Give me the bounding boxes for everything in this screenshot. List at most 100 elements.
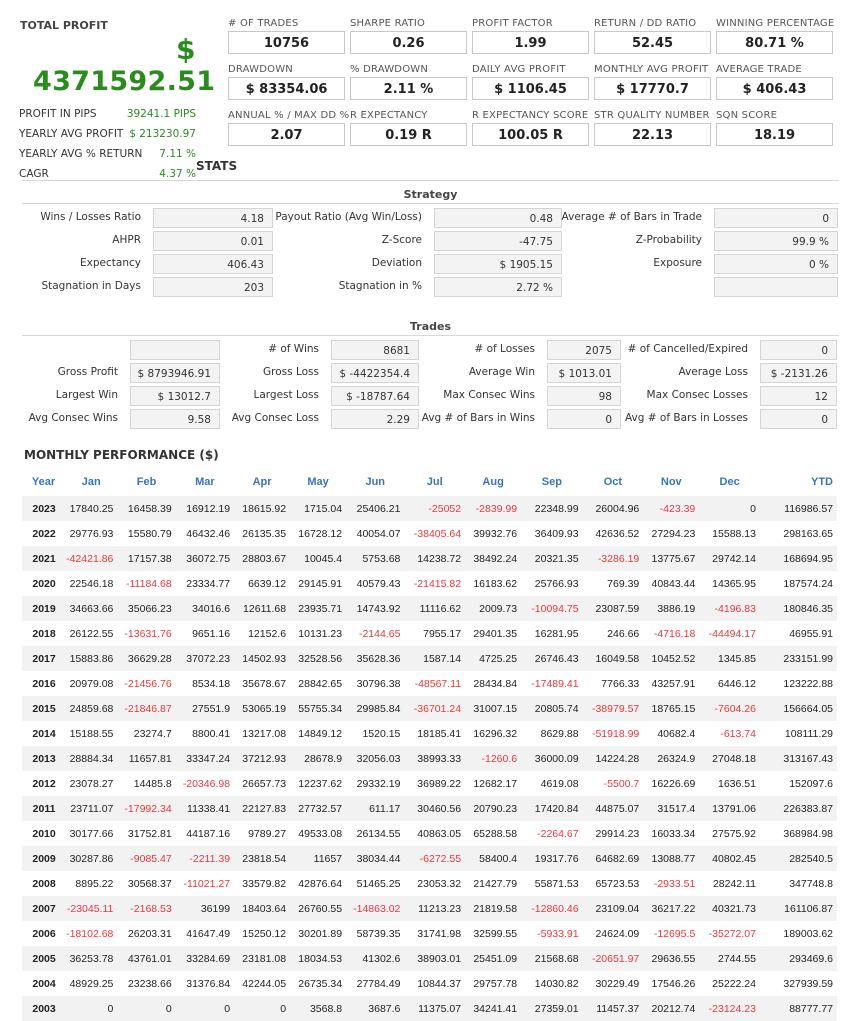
month-cell: -7604.26 [699,696,760,721]
month-cell: 282540.5 [759,846,837,871]
month-cell: 21568.68 [521,946,583,971]
month-cell: 7766.33 [582,671,644,696]
trades-field-label: Avg # of Bars in Losses [624,412,748,424]
column-header: Dec [699,468,760,496]
table-row: 2005 36253.78 43761.01 33284.69 23181.08 1803… [22,946,837,971]
column-header: Year [22,468,66,496]
month-cell: -48567.11 [404,671,466,696]
month-cell: 35628.36 [346,646,405,671]
strategy-field-label: Average # of Bars in Trade [561,211,702,223]
month-cell: 25406.21 [346,496,405,521]
month-cell: 22546.18 [65,571,118,596]
month-cell: 15188.55 [65,721,118,746]
month-cell: 3568.8 [290,996,347,1021]
month-cell: 33579.82 [234,871,291,896]
month-cell: 31007.15 [465,696,522,721]
month-cell: -36701.24 [404,696,466,721]
table-row: 2016 20979.08 -21456.76 8534.18 35678.67 2884… [22,671,837,696]
month-cell: 31752.81 [117,821,176,846]
year-cell: 2015 [22,696,66,721]
month-cell: -13631.76 [117,621,176,646]
month-cell: 1520.15 [346,721,405,746]
month-cell: 14743.92 [346,596,405,621]
month-cell: 226383.87 [759,796,837,821]
year-cell: 2012 [22,771,66,796]
strategy-field-label: AHPR [112,234,141,246]
month-cell: -9085.47 [117,846,176,871]
month-cell: 22348.99 [521,496,583,521]
month-cell: -5500.7 [582,771,644,796]
strategy-field-label: Stagnation in Days [41,280,141,292]
month-cell: 40802.45 [699,846,760,871]
month-cell: 49533.08 [290,821,347,846]
month-cell: 11657 [290,846,347,871]
month-cell: 22127.83 [234,796,291,821]
month-cell: 36217.22 [643,896,700,921]
metric-label: DRAWDOWN [228,64,293,75]
month-cell: 58739.35 [346,921,405,946]
month-cell: 1636.51 [699,771,760,796]
table-row: 2023 17840.25 16458.39 16912.19 18615.92 1715… [22,496,837,521]
month-cell: 233151.99 [759,646,837,671]
month-cell: 769.39 [582,571,644,596]
metric-label: SQN SCORE [716,110,778,121]
month-cell: 21819.58 [465,896,522,921]
month-cell: 26324.9 [643,746,700,771]
trades-field-label: Avg Consec Loss [231,412,319,424]
month-cell: 168694.95 [759,546,837,571]
month-cell: 368984.98 [759,821,837,846]
metric-value: 18.19 [716,123,833,146]
month-cell: 152097.6 [759,771,837,796]
month-cell: 40579.43 [346,571,405,596]
month-cell: 38993.33 [404,746,466,771]
month-cell: 17840.25 [65,496,118,521]
month-cell: 3687.6 [346,996,405,1021]
month-cell: 12611.68 [234,596,291,621]
table-row: 2011 23711.07 -17992.34 11338.41 22127.83 277… [22,796,837,821]
month-cell: -35272.07 [699,921,760,946]
month-cell: 25766.93 [521,571,583,596]
year-cell: 2023 [22,496,66,521]
month-cell: -4196.83 [699,596,760,621]
month-cell: 0 [117,996,176,1021]
month-cell: 6639.12 [234,571,291,596]
year-cell: 2013 [22,746,66,771]
side-stat-row: YEARLY AVG % RETURN 7.11 % [19,148,196,168]
month-cell: 20790.23 [465,796,522,821]
month-cell: 15250.12 [234,921,291,946]
month-cell: 18615.92 [234,496,291,521]
month-cell: 43761.01 [117,946,176,971]
strategy-field-label: Exposure [653,257,702,269]
month-cell: 15580.79 [117,521,176,546]
month-cell: 26135.35 [234,521,291,546]
metric-value: 10756 [228,31,345,54]
month-cell: 26203.31 [117,921,176,946]
side-stat-value: 39241.1 PIPS [126,108,196,120]
month-cell: -2211.39 [175,846,235,871]
metric-label: PROFIT FACTOR [472,18,553,29]
monthly-performance-table: Year Jan Feb Mar Apr May Jun Jul Aug Sep Oct Nov Dec… [22,468,837,1021]
side-stat-row: CAGR 4.37 % [19,168,196,188]
month-cell: 16281.95 [521,621,583,646]
year-cell: 2016 [22,671,66,696]
month-cell: 27359.01 [521,996,583,1021]
year-cell: 2020 [22,571,66,596]
metric-label: WINNING PERCENTAGE [716,18,835,29]
month-cell: 14502.93 [234,646,291,671]
month-cell: -38979.57 [582,696,644,721]
metric-value: $ 1106.45 [472,77,589,100]
month-cell: 26657.73 [234,771,291,796]
year-cell: 2011 [22,796,66,821]
metric-value: 22.13 [594,123,711,146]
strategy-field-value [714,277,838,297]
divider [22,335,839,336]
strategy-field-value: 99.9 % [714,231,838,251]
month-cell: 34241.41 [465,996,522,1021]
trades-field-label: Average Win [468,366,535,378]
month-cell: 33284.69 [175,946,235,971]
trades-field-value: 0 [760,409,837,429]
month-cell: 58400.4 [465,846,522,871]
month-cell: 40054.07 [346,521,405,546]
month-cell: -613.74 [699,721,760,746]
month-cell: -20346.98 [175,771,235,796]
